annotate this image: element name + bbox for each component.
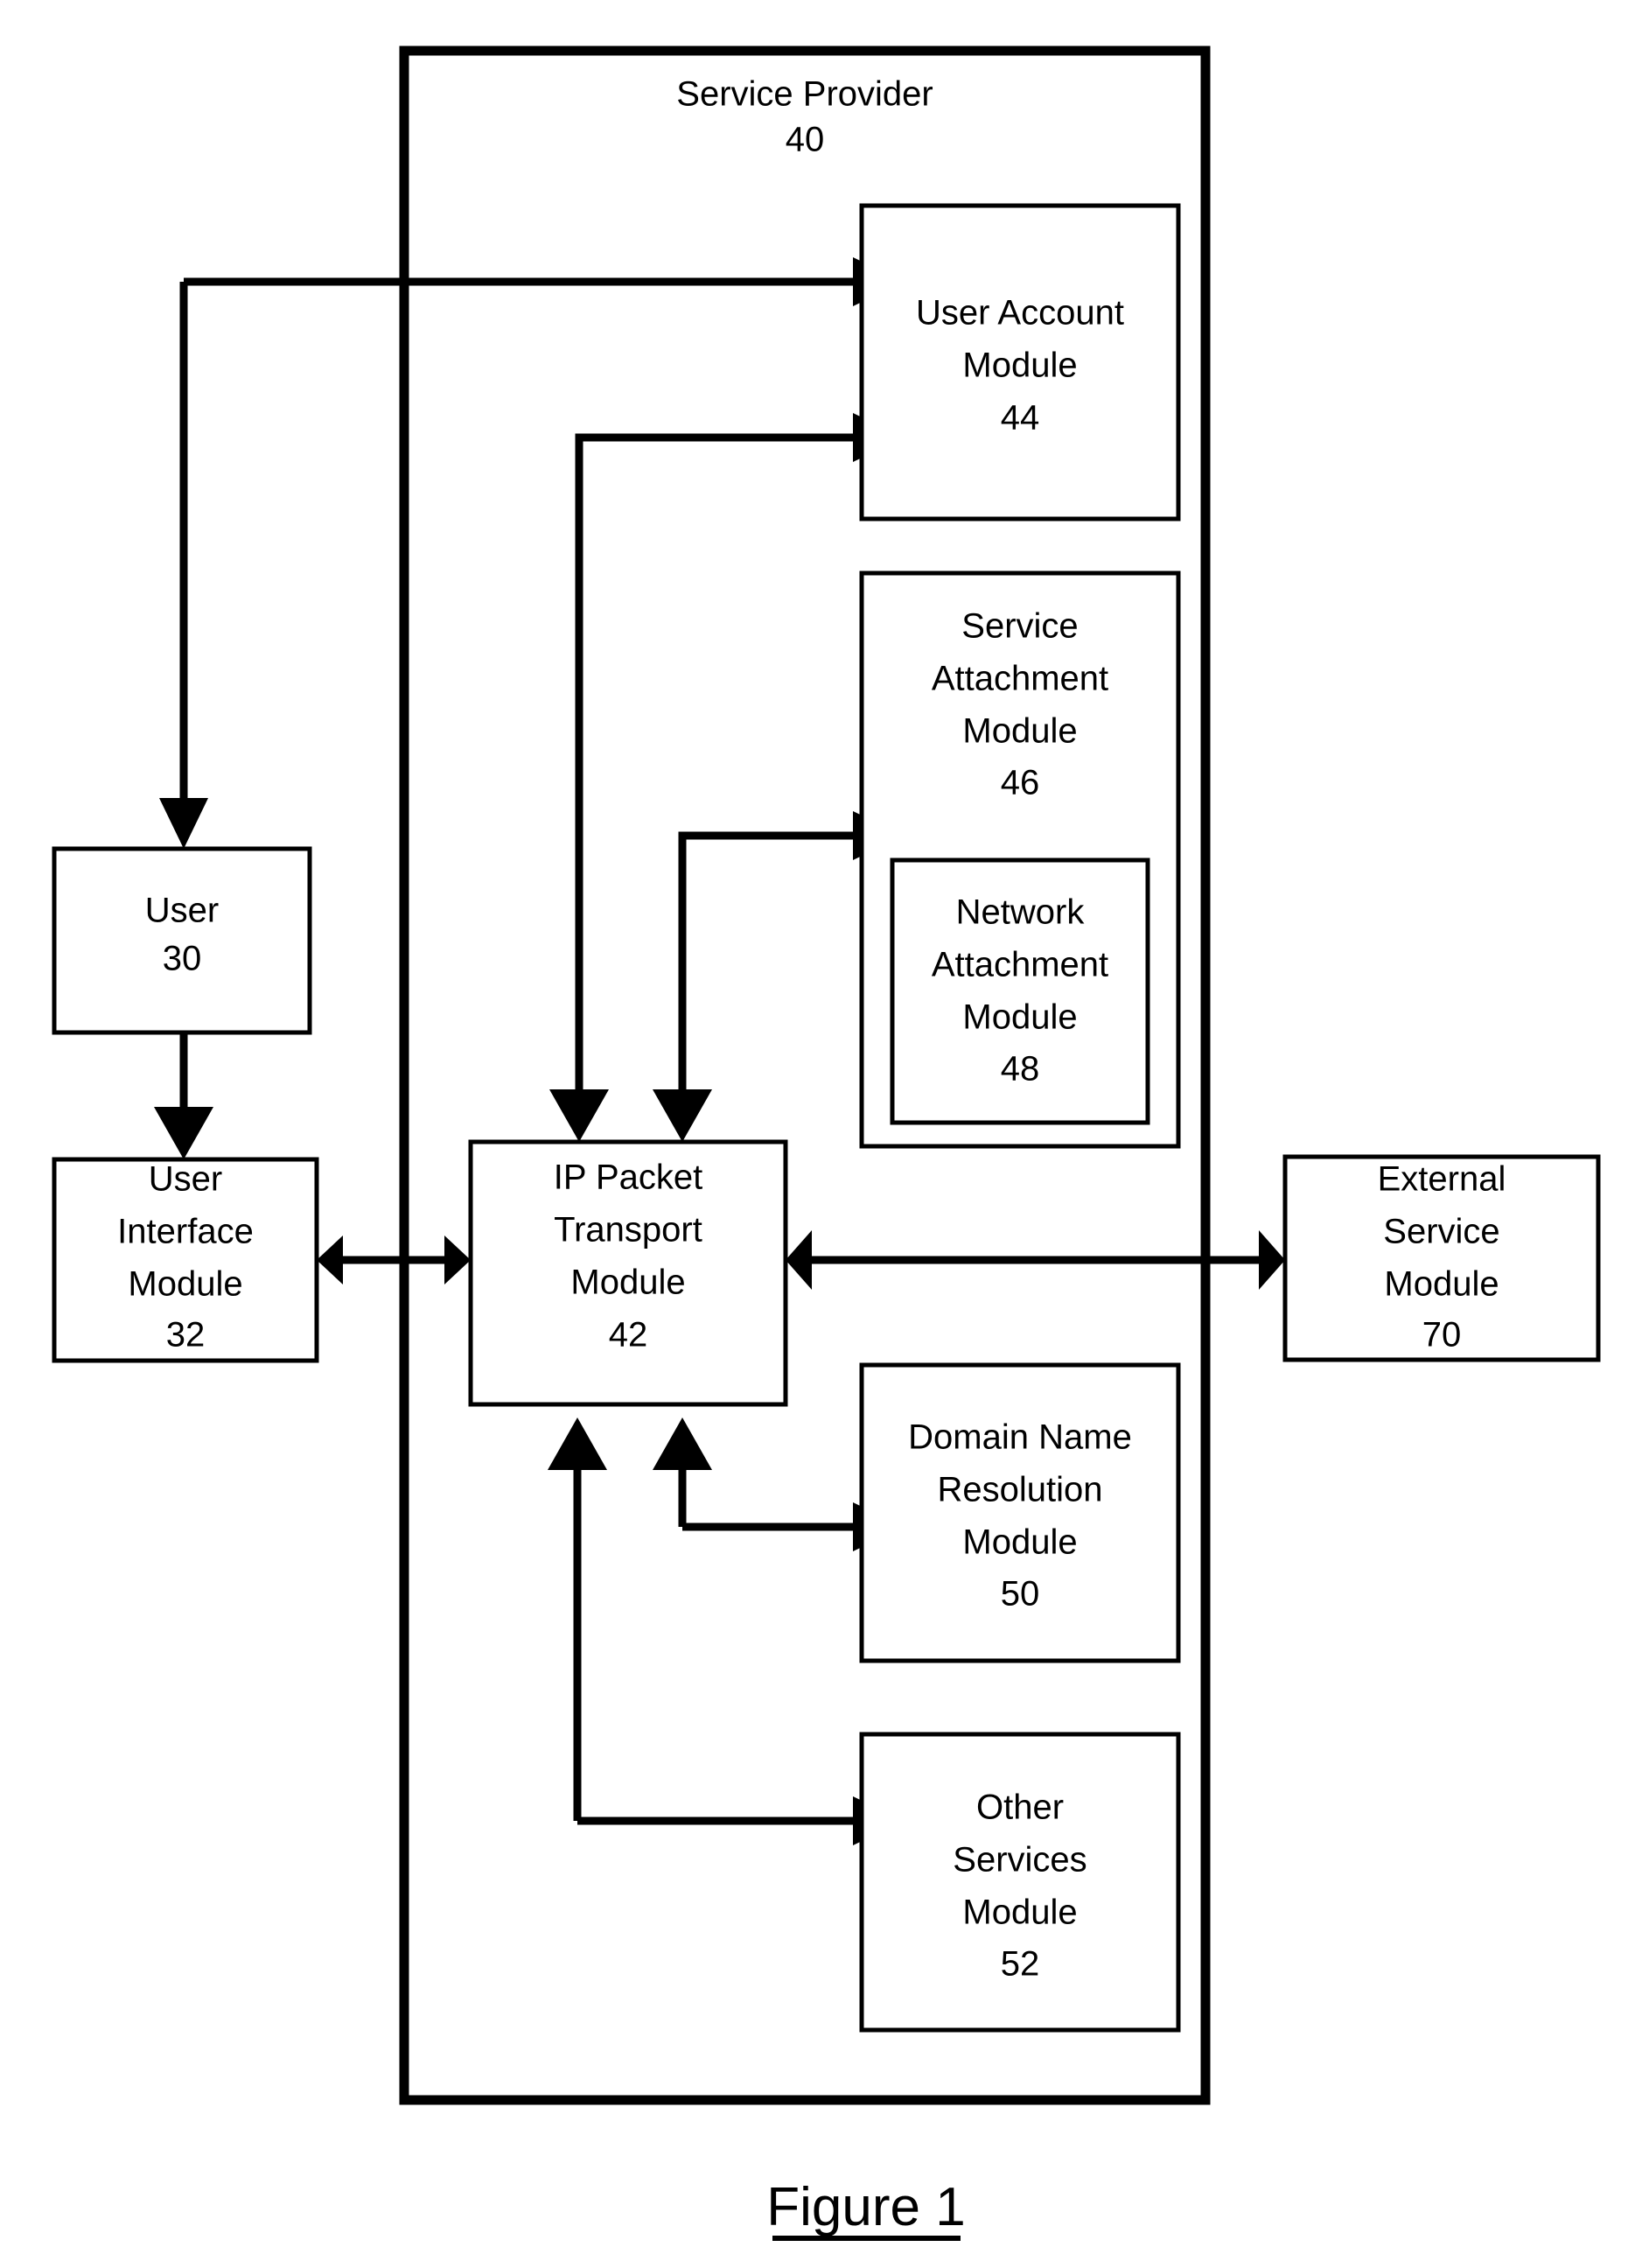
arrowhead-into-user-box — [159, 798, 208, 849]
box-network-attachment-module: Network Attachment Module 48 — [890, 858, 1150, 1125]
box-user: User 30 — [52, 846, 312, 1035]
arrowhead-into-user-interface-module-right — [317, 1236, 343, 1284]
box-user-line-0: User — [145, 892, 219, 930]
box-ip-packet-transport-line-0: IP Packet — [554, 1158, 702, 1197]
box-external-service-module: External Service Module 70 — [1282, 1154, 1601, 1362]
connector-user-to-user-interface-module — [154, 1032, 213, 1159]
box-other-services-module: Other Services Module 52 — [859, 1732, 1181, 2033]
box-ip-packet-transport-line-1: Transport — [554, 1211, 702, 1250]
service-provider-title: Service Provider — [676, 75, 933, 114]
diagram-canvas: Service Provider 40 User 30 User Interfa… — [52, 46, 1601, 2241]
box-domain-name-resolution-line-1: Resolution — [937, 1471, 1102, 1509]
connector-user-interface-to-ip-packet-transport — [317, 1236, 471, 1284]
box-user-account-module-line-2: 44 — [1001, 399, 1040, 438]
box-other-services-module-line-1: Services — [953, 1841, 1087, 1880]
box-external-service-module-line-3: 70 — [1422, 1316, 1462, 1354]
box-other-services-module-line-3: 52 — [1001, 1945, 1040, 1984]
patent-figure: Service Provider 40 User 30 User Interfa… — [0, 0, 1635, 2268]
box-user-interface-module: User Interface Module 32 — [52, 1157, 319, 1363]
box-other-services-module-line-2: Module — [962, 1894, 1077, 1932]
box-network-attachment-module-line-3: 48 — [1001, 1050, 1040, 1088]
box-service-attachment-module-line-2: Module — [962, 712, 1077, 751]
box-ip-packet-transport-line-2: Module — [570, 1264, 685, 1302]
box-user-interface-module-line-1: Interface — [117, 1213, 254, 1251]
box-service-attachment-module-line-3: 46 — [1001, 764, 1040, 802]
box-other-services-module-line-0: Other — [976, 1788, 1064, 1827]
figure-caption: Figure 1 — [766, 2177, 965, 2237]
box-ip-packet-transport-module: IP Packet Transport Module 42 — [468, 1139, 788, 1407]
box-network-attachment-module-line-2: Module — [962, 998, 1077, 1037]
box-external-service-module-line-0: External — [1378, 1160, 1506, 1199]
box-network-attachment-module-line-1: Attachment — [932, 946, 1108, 984]
box-service-attachment-module-line-1: Attachment — [932, 660, 1108, 698]
box-user-interface-module-line-3: 32 — [166, 1316, 206, 1354]
service-provider-ref: 40 — [786, 121, 825, 159]
box-user-interface-module-line-2: Module — [128, 1265, 242, 1304]
box-ip-packet-transport-line-3: 42 — [609, 1316, 648, 1354]
box-external-service-module-line-1: Service — [1383, 1213, 1499, 1251]
box-domain-name-resolution-module: Domain Name Resolution Module 50 — [859, 1362, 1181, 1663]
box-service-attachment-module-line-0: Service — [961, 607, 1078, 646]
box-user-account-module-line-0: User Account — [916, 294, 1124, 332]
box-domain-name-resolution-line-3: 50 — [1001, 1575, 1040, 1614]
box-external-service-module-line-2: Module — [1384, 1265, 1499, 1304]
box-domain-name-resolution-line-0: Domain Name — [908, 1418, 1132, 1457]
box-user-account-module: User Account Module 44 — [859, 203, 1181, 522]
box-user-account-module-line-1: Module — [962, 346, 1077, 385]
box-network-attachment-module-line-0: Network — [956, 893, 1086, 932]
box-domain-name-resolution-line-2: Module — [962, 1523, 1077, 1562]
box-user-interface-module-line-0: User — [149, 1160, 222, 1199]
arrowhead-into-user-interface-module — [154, 1107, 213, 1159]
arrowhead-into-external-service-module — [1259, 1230, 1285, 1290]
box-user-line-1: 30 — [163, 940, 202, 978]
